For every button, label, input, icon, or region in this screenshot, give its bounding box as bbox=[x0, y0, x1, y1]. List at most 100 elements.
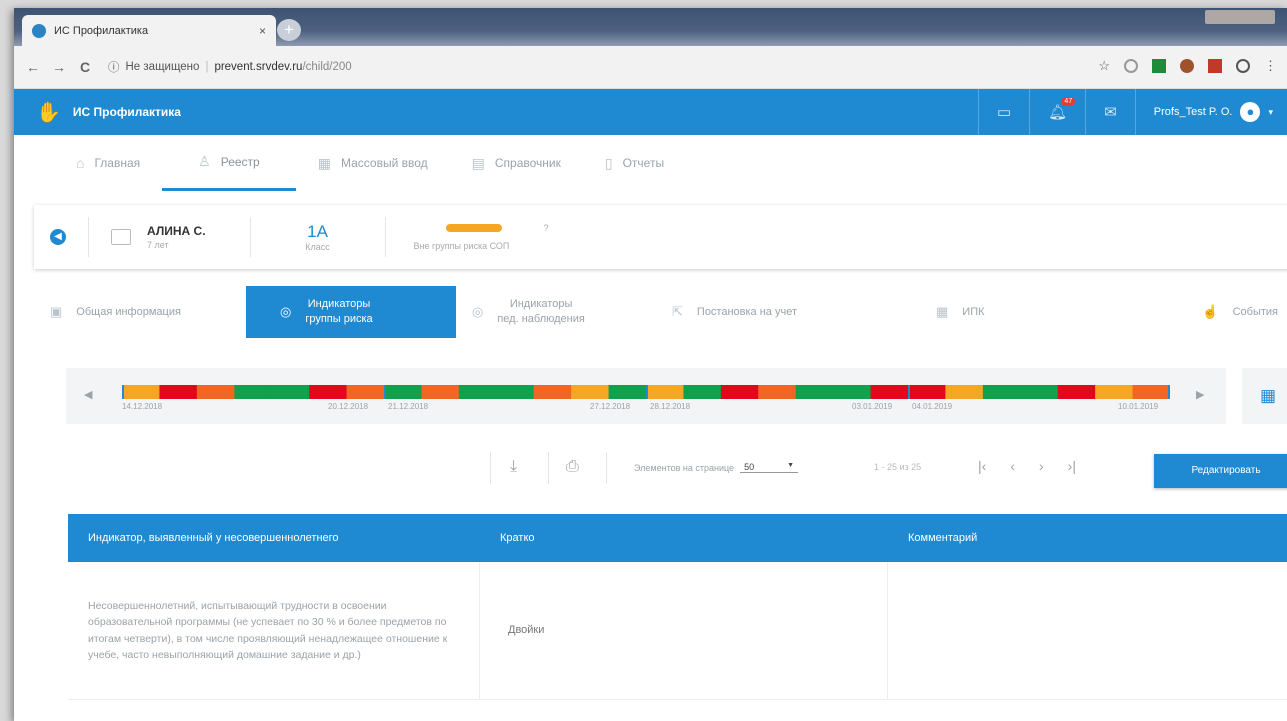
extension-icon[interactable] bbox=[1208, 59, 1222, 73]
close-icon[interactable]: × bbox=[259, 24, 266, 38]
star-icon[interactable]: ☆ bbox=[1098, 58, 1110, 74]
first-page-button[interactable]: |‹ bbox=[978, 458, 986, 474]
menu-item-mass-input[interactable]: ▦ Массовый ввод bbox=[296, 135, 450, 191]
prev-page-button[interactable]: ‹ bbox=[1010, 458, 1015, 474]
mail-button[interactable]: ✉ bbox=[1085, 89, 1135, 135]
tab-general-info[interactable]: ▣ Общая информация bbox=[34, 286, 246, 338]
reload-icon[interactable]: C bbox=[74, 59, 96, 75]
print-icon[interactable]: ⎙ bbox=[566, 458, 579, 476]
menu-item-reports[interactable]: ▯ Отчеты bbox=[583, 135, 686, 191]
notifications-button[interactable]: 🔔︎ 47 bbox=[1029, 89, 1085, 135]
target-icon: ◎ bbox=[280, 304, 292, 319]
back-icon[interactable]: ← bbox=[22, 59, 44, 75]
divider bbox=[249, 217, 251, 257]
timeline-segment[interactable] bbox=[234, 385, 273, 399]
hand-icon: ☝ bbox=[1202, 304, 1219, 319]
timeline-segment[interactable] bbox=[1132, 385, 1170, 399]
calendar-button[interactable]: ▦ bbox=[1242, 368, 1287, 424]
column-header[interactable]: Комментарий bbox=[888, 532, 1287, 544]
timeline-bar[interactable] bbox=[122, 385, 1170, 399]
info-icon[interactable]: ⓘ bbox=[108, 59, 120, 75]
extension-icon[interactable] bbox=[1152, 59, 1166, 73]
timeline-segment[interactable] bbox=[982, 385, 1021, 399]
menu-item-home[interactable]: ⌂ Главная bbox=[54, 135, 162, 191]
column-header[interactable]: Кратко bbox=[480, 532, 888, 544]
menu-item-reference[interactable]: ▤ Справочник bbox=[450, 135, 583, 191]
next-page-button[interactable]: › bbox=[1039, 458, 1044, 474]
timeline-segment[interactable] bbox=[608, 385, 647, 399]
timeline-segment[interactable] bbox=[1020, 385, 1059, 399]
timeline-segment[interactable] bbox=[122, 385, 160, 399]
browser-menu-icon[interactable]: ⋮ bbox=[1264, 58, 1277, 74]
tab-label: ИПК bbox=[962, 306, 985, 318]
column-header[interactable]: Индикатор, выявленный у несовершеннолетн… bbox=[68, 532, 480, 544]
last-page-button[interactable]: ›| bbox=[1068, 458, 1076, 474]
timeline-segment[interactable] bbox=[496, 385, 535, 399]
app-name[interactable]: ИС Профилактика bbox=[73, 105, 181, 119]
profile-icon[interactable] bbox=[1236, 59, 1250, 73]
timeline-segment[interactable] bbox=[159, 385, 198, 399]
table-toolbar: ⤓ ⎙ Элементов на странице 50 ▼ 1 - 25 из… bbox=[34, 450, 1287, 488]
new-tab-button[interactable]: + bbox=[277, 19, 301, 41]
indicators-table: Индикатор, выявленный у несовершеннолетн… bbox=[68, 514, 1287, 700]
timeline-segment[interactable] bbox=[571, 385, 610, 399]
student-card: ◀ АЛИНА С. 7 лет 1А Класс ? Вне группы р… bbox=[34, 205, 1287, 269]
grid-icon: ▦ bbox=[317, 154, 331, 171]
per-page-select[interactable]: 50 ▼ bbox=[740, 462, 799, 473]
timeline-prev-button[interactable]: ◀ bbox=[84, 388, 92, 401]
class-label: Класс bbox=[305, 242, 330, 252]
browser-tab[interactable]: ИС Профилактика × bbox=[22, 15, 276, 46]
timeline-segment[interactable] bbox=[945, 385, 984, 399]
extension-icon[interactable] bbox=[1124, 59, 1138, 73]
window-controls[interactable] bbox=[1205, 10, 1275, 24]
timeline-segment[interactable] bbox=[870, 385, 909, 399]
timeline-next-button[interactable]: ▶ bbox=[1196, 388, 1204, 401]
risk-label: Вне группы риска СОП bbox=[413, 241, 510, 251]
timeline-segment[interactable] bbox=[346, 385, 385, 399]
menu-item-registry[interactable]: ♙ Реестр bbox=[162, 135, 296, 191]
timeline-segment[interactable] bbox=[720, 385, 759, 399]
timeline-segment[interactable] bbox=[758, 385, 797, 399]
tab-observation-indicators[interactable]: ◎ Индикаторы пед. наблюдения bbox=[456, 286, 656, 338]
table-row[interactable]: Несовершеннолетний, испытывающий труднос… bbox=[68, 562, 1287, 700]
hand-logo-icon[interactable]: ✋ bbox=[36, 100, 61, 125]
timeline-segment[interactable] bbox=[795, 385, 834, 399]
week-marker bbox=[1168, 385, 1170, 399]
tab-ipk[interactable]: ▦ ИПК bbox=[920, 286, 1120, 338]
timeline-segment[interactable] bbox=[683, 385, 722, 399]
timeline-segment[interactable] bbox=[833, 385, 872, 399]
timeline-segment[interactable] bbox=[533, 385, 572, 399]
help-icon[interactable]: ? bbox=[544, 223, 549, 233]
download-icon[interactable]: ⤓ bbox=[510, 458, 517, 476]
divider bbox=[490, 452, 491, 484]
divider bbox=[548, 452, 549, 484]
menu-item-label: Отчеты bbox=[622, 156, 665, 170]
content-panel: ▣ Общая информация ◎ Индикаторы группы ри… bbox=[34, 278, 1287, 721]
timeline-segment[interactable] bbox=[309, 385, 348, 399]
timeline-segment[interactable] bbox=[384, 385, 422, 399]
user-menu[interactable]: Profs_Test P. O. ● ▾ bbox=[1134, 89, 1273, 135]
week-marker bbox=[908, 385, 910, 399]
chat-button[interactable]: ▭ bbox=[977, 89, 1029, 135]
edit-button[interactable]: Редактировать bbox=[1154, 454, 1287, 488]
url-path: /child/200 bbox=[302, 61, 352, 73]
forward-icon[interactable]: → bbox=[48, 59, 70, 75]
url-domain: prevent.srvdev.ru bbox=[214, 61, 303, 73]
tab-registration[interactable]: ⇱ Постановка на учет bbox=[656, 286, 920, 338]
timeline-segment[interactable] bbox=[271, 385, 310, 399]
timeline-segment[interactable] bbox=[646, 385, 684, 399]
back-icon[interactable]: ◀ bbox=[50, 229, 66, 245]
tab-events[interactable]: ☝ События bbox=[1120, 286, 1287, 338]
timeline-segment[interactable] bbox=[908, 385, 946, 399]
extension-icon[interactable] bbox=[1180, 59, 1194, 73]
timeline-segment[interactable] bbox=[458, 385, 497, 399]
favicon-icon bbox=[32, 23, 46, 38]
tab-risk-indicators[interactable]: ◎ Индикаторы группы риска bbox=[246, 286, 456, 338]
timeline-segment[interactable] bbox=[1095, 385, 1134, 399]
risk-level-bar bbox=[445, 224, 502, 232]
timeline-segment[interactable] bbox=[1057, 385, 1096, 399]
url-field[interactable]: ⓘ Не защищено | prevent.srvdev.ru/child/… bbox=[108, 59, 352, 75]
timeline-segment[interactable] bbox=[421, 385, 460, 399]
pagination: |‹ ‹ › ›| bbox=[978, 458, 1076, 474]
timeline-segment[interactable] bbox=[196, 385, 235, 399]
